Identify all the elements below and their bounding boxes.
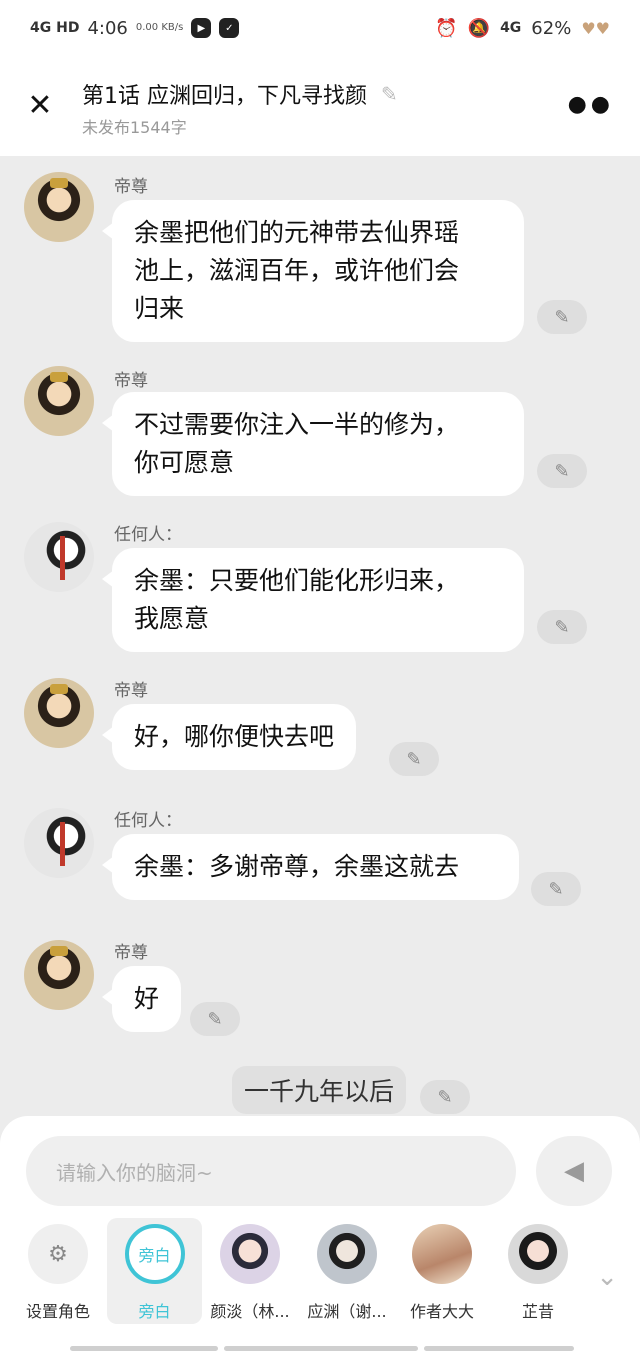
clock: 4:06 bbox=[87, 17, 128, 39]
more-options-icon[interactable]: ●● bbox=[568, 92, 614, 117]
message-line: 池上，滋润百年，或许他们会 bbox=[134, 256, 460, 285]
header: ✕ 第1话 应渊回归，下凡寻找颜 ✎ 未发布1544字 ●● bbox=[0, 56, 640, 156]
narration-bubble[interactable]: 一千九年以后 bbox=[232, 1066, 407, 1114]
role-yandan[interactable]: 颜淡（林... bbox=[204, 1224, 296, 1322]
role-label: 颜淡（林... bbox=[210, 1302, 290, 1321]
message-bubble[interactable]: 余墨把他们的元神带去仙界瑶 池上，滋润百年，或许他们会 归来 bbox=[102, 200, 524, 342]
avatar bbox=[220, 1224, 280, 1284]
speaker-name: 帝尊 bbox=[114, 177, 148, 197]
chat-area[interactable]: 帝尊 余墨把他们的元神带去仙界瑶 池上，滋润百年，或许他们会 归来 ✎ 帝尊 不… bbox=[0, 156, 640, 1156]
person-settings-icon: ⚙ bbox=[28, 1224, 88, 1284]
role-label: 芷昔 bbox=[521, 1302, 554, 1321]
role-label: 旁白 bbox=[138, 1302, 171, 1321]
role-label: 设置角色 bbox=[25, 1302, 90, 1321]
role-narrator[interactable]: 旁白 旁白 bbox=[107, 1218, 202, 1324]
message-line: 好，哪你便快去吧 bbox=[134, 722, 335, 751]
network-indicator-right: 4G bbox=[500, 20, 522, 36]
edit-message-button[interactable]: ✎ bbox=[190, 1002, 240, 1036]
close-icon[interactable]: ✕ bbox=[24, 90, 56, 122]
edit-message-button[interactable]: ✎ bbox=[537, 454, 587, 488]
edit-narration-button[interactable]: ✎ bbox=[420, 1080, 470, 1114]
role-yingyuan[interactable]: 应渊（谢... bbox=[301, 1224, 393, 1322]
speaker-name: 任何人： bbox=[114, 525, 182, 545]
role-zhiruo[interactable]: 芷昔 bbox=[492, 1224, 584, 1322]
chapter-subtitle: 未发布1544字 bbox=[82, 118, 187, 137]
role-author[interactable]: 作者大大 bbox=[396, 1224, 488, 1322]
narrator-avatar: 旁白 bbox=[124, 1224, 185, 1284]
message-line: 好 bbox=[134, 984, 160, 1013]
avatar[interactable] bbox=[24, 366, 94, 436]
message-line: 归来 bbox=[134, 294, 185, 323]
media-play-icon: ▶ bbox=[191, 18, 212, 38]
message-bubble[interactable]: 余墨：多谢帝尊，余墨这就去 bbox=[102, 834, 519, 900]
message-line: 余墨：只要他们能化形归来， bbox=[134, 566, 460, 595]
role-label: 作者大大 bbox=[409, 1302, 474, 1321]
message-input[interactable]: 请输入你的脑洞~ bbox=[26, 1136, 516, 1206]
edit-message-button[interactable]: ✎ bbox=[537, 300, 587, 334]
battery-level: 62% bbox=[531, 17, 572, 39]
message-line: 你可愿意 bbox=[134, 448, 235, 477]
shield-icon: ✓ bbox=[219, 18, 240, 38]
avatar[interactable] bbox=[24, 522, 94, 592]
heart-icon: ♥♥ bbox=[581, 18, 610, 38]
send-icon: ◀ bbox=[564, 1156, 584, 1186]
edit-message-button[interactable]: ✎ bbox=[389, 742, 439, 776]
edit-message-button[interactable]: ✎ bbox=[531, 872, 581, 906]
avatar[interactable] bbox=[24, 678, 94, 748]
alarm-icon: ⏰ bbox=[435, 17, 458, 39]
role-label: 应渊（谢... bbox=[307, 1302, 387, 1321]
status-bar: 4G HD 4:06 0.00 KB/s ▶ ✓ ⏰ 🔕 4G 62% ♥♥ bbox=[0, 0, 640, 56]
network-speed: 0.00 KB/s bbox=[135, 22, 184, 33]
chevron-down-icon[interactable]: ⌄ bbox=[596, 1262, 618, 1292]
avatar[interactable] bbox=[24, 172, 94, 242]
role-setting[interactable]: ⚙ 设置角色 bbox=[12, 1224, 104, 1322]
compose-panel: 请输入你的脑洞~ ◀ ⚙ 设置角色 旁白 旁白 颜淡（林... 应渊（谢... … bbox=[0, 1116, 640, 1351]
message-bubble[interactable]: 不过需要你注入一半的修为， 你可愿意 bbox=[102, 392, 524, 496]
avatar[interactable] bbox=[24, 808, 94, 878]
speaker-name: 帝尊 bbox=[114, 371, 148, 391]
avatar bbox=[317, 1224, 377, 1284]
mute-icon: 🔕 bbox=[467, 17, 491, 39]
message-line: 余墨把他们的元神带去仙界瑶 bbox=[134, 218, 460, 247]
message-bubble[interactable]: 好 bbox=[101, 966, 182, 1032]
role-selector: ⚙ 设置角色 旁白 旁白 颜淡（林... 应渊（谢... 作者大大 芷昔 ⌄ bbox=[0, 1218, 640, 1334]
narrator-avatar-text: 旁白 bbox=[138, 1246, 171, 1265]
speaker-name: 帝尊 bbox=[114, 943, 148, 963]
message-bubble[interactable]: 余墨：只要他们能化形归来， 我愿意 bbox=[102, 548, 524, 652]
message-bubble[interactable]: 好，哪你便快去吧 bbox=[101, 704, 357, 770]
message-line: 我愿意 bbox=[134, 604, 210, 633]
chapter-title: 第1话 应渊回归，下凡寻找颜 ✎ bbox=[82, 78, 398, 110]
speaker-name: 帝尊 bbox=[114, 681, 148, 701]
chapter-title-text: 第1话 应渊回归，下凡寻找颜 bbox=[82, 84, 367, 109]
scroll-indicator bbox=[424, 1346, 574, 1351]
edit-title-icon[interactable]: ✎ bbox=[381, 82, 398, 106]
scroll-indicator bbox=[70, 1346, 218, 1351]
send-button[interactable]: ◀ bbox=[536, 1136, 612, 1206]
edit-message-button[interactable]: ✎ bbox=[537, 610, 587, 644]
message-line: 不过需要你注入一半的修为， bbox=[134, 410, 460, 439]
network-indicator: 4G HD bbox=[30, 20, 80, 36]
avatar bbox=[508, 1224, 568, 1284]
message-line: 余墨：多谢帝尊，余墨这就去 bbox=[134, 852, 460, 881]
speaker-name: 任何人： bbox=[114, 811, 182, 831]
avatar bbox=[412, 1224, 472, 1284]
scroll-indicator bbox=[224, 1346, 418, 1351]
avatar[interactable] bbox=[24, 940, 94, 1010]
